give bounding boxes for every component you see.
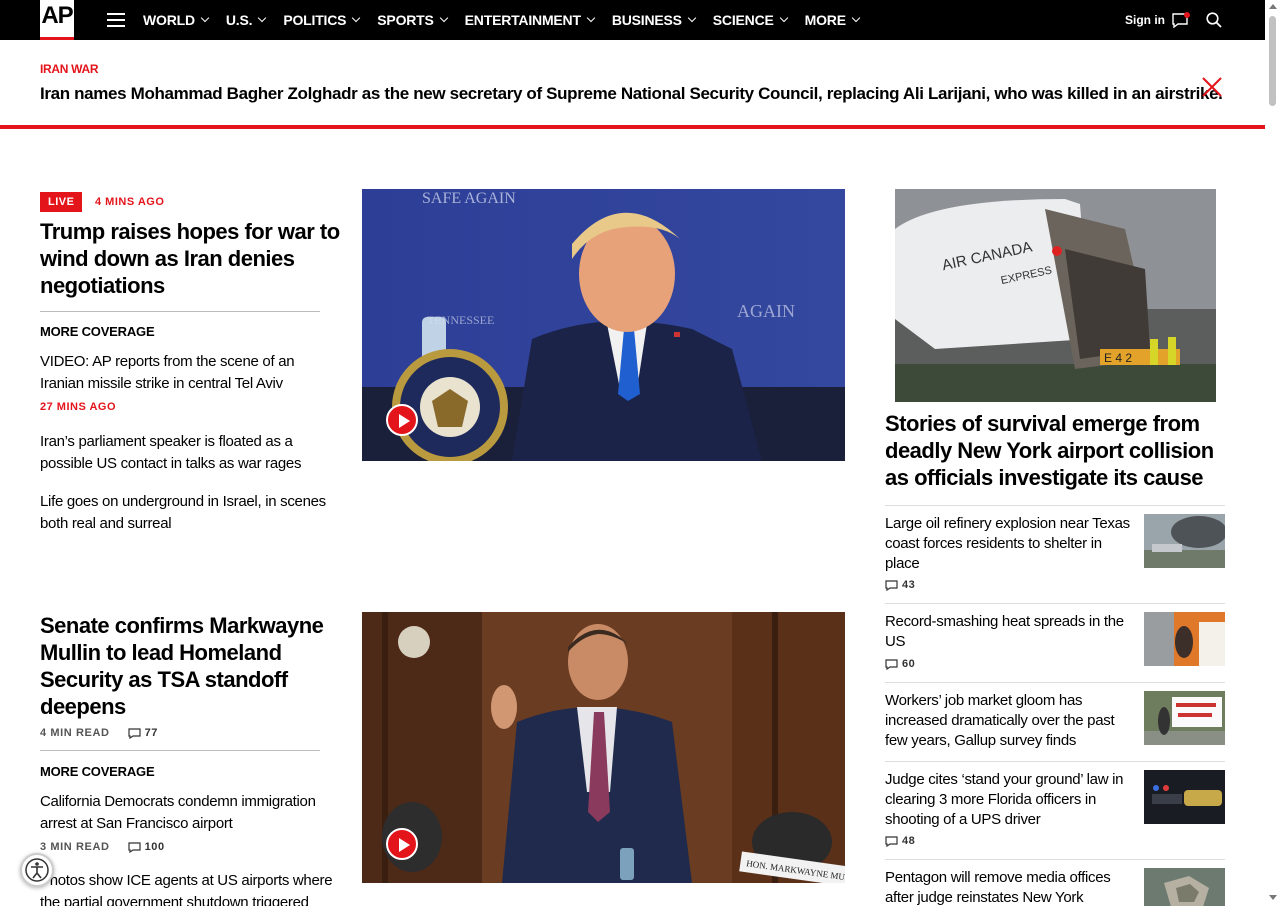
- comment-count[interactable]: 77: [127, 727, 158, 739]
- comment-icon: [885, 835, 898, 847]
- heat-thumbnail[interactable]: [1144, 612, 1225, 666]
- accessibility-button[interactable]: [20, 853, 54, 887]
- job-market-photo: [1144, 691, 1225, 745]
- nav-item-business[interactable]: BUSINESS: [612, 12, 697, 28]
- nav-item-world[interactable]: WORLD: [143, 12, 210, 28]
- comment-icon: [885, 658, 898, 670]
- list-item[interactable]: Record-smashing heat spreads in the US 6…: [885, 603, 1225, 682]
- search-icon[interactable]: [1206, 12, 1222, 28]
- coverage-link[interactable]: Iran’s parliament speaker is floated as …: [40, 431, 340, 475]
- accessibility-icon: [25, 858, 49, 882]
- more-coverage-label: MORE COVERAGE: [40, 324, 155, 339]
- play-icon[interactable]: [386, 828, 418, 860]
- mullin-video-thumbnail[interactable]: HON. MARKWAYNE MULLIN: [362, 612, 845, 883]
- right-lead-headline[interactable]: Stories of survival emerge from deadly N…: [885, 410, 1215, 491]
- pentagon-photo: [1144, 868, 1225, 906]
- trump-photo: SAFE AGAIN AGAIN TENNESSEE: [362, 189, 845, 461]
- svg-text:E 4 2: E 4 2: [1104, 351, 1132, 365]
- plane-crash-photo[interactable]: AIR CANADA EXPRESS E 4 2: [895, 189, 1216, 402]
- breaking-news-banner[interactable]: IRAN WAR Iran names Mohammad Bagher Zolg…: [0, 40, 1265, 129]
- close-icon[interactable]: [1201, 76, 1223, 98]
- coverage-link[interactable]: VIDEO: AP reports from the scene of an I…: [40, 351, 340, 395]
- comment-count[interactable]: 60: [885, 658, 915, 670]
- comment-count[interactable]: 100: [127, 841, 165, 853]
- nav-item-entertainment[interactable]: ENTERTAINMENT: [465, 12, 596, 28]
- nav-item-politics[interactable]: POLITICS: [283, 12, 361, 28]
- top-nav: AP WORLD U.S. POLITICS SPORTS ENTERTAINM…: [0, 0, 1265, 40]
- florida-shooting-thumbnail[interactable]: [1144, 770, 1225, 824]
- nav-item-science[interactable]: SCIENCE: [713, 12, 788, 28]
- list-item-title[interactable]: Judge cites ‘stand your ground’ law in c…: [885, 770, 1135, 830]
- ap-logo[interactable]: AP: [40, 0, 74, 40]
- comment-count[interactable]: 43: [885, 579, 915, 591]
- scroll-down-arrow-icon[interactable]: [1269, 895, 1277, 900]
- chevron-down-icon: [687, 13, 697, 23]
- timestamp: 4 MINS AGO: [95, 196, 165, 208]
- svg-text:AGAIN: AGAIN: [737, 301, 795, 321]
- list-item[interactable]: Large oil refinery explosion near Texas …: [885, 505, 1225, 603]
- chevron-down-icon: [200, 13, 210, 23]
- story2-headline[interactable]: Senate confirms Markwayne Mullin to lead…: [40, 612, 340, 720]
- coverage-link[interactable]: Photos show ICE agents at US airports wh…: [40, 870, 340, 906]
- nav-menu: WORLD U.S. POLITICS SPORTS ENTERTAINMENT…: [143, 0, 877, 40]
- comment-count[interactable]: 48: [885, 835, 915, 847]
- chat-icon[interactable]: [1172, 12, 1190, 28]
- nav-item-sports[interactable]: SPORTS: [377, 12, 448, 28]
- coverage-link[interactable]: California Democrats condemn immigration…: [40, 791, 340, 835]
- list-item-title[interactable]: Large oil refinery explosion near Texas …: [885, 514, 1135, 574]
- read-time: 3 MIN READ: [40, 841, 110, 853]
- chevron-down-icon: [851, 13, 861, 23]
- comment-icon: [127, 841, 141, 853]
- nav-item-more[interactable]: MORE: [805, 12, 861, 28]
- story1-headline[interactable]: Trump raises hopes for war to wind down …: [40, 218, 340, 299]
- comment-icon: [885, 579, 898, 591]
- svg-text:SAFE AGAIN: SAFE AGAIN: [422, 190, 516, 207]
- coverage-link[interactable]: Life goes on underground in Israel, in s…: [40, 491, 340, 535]
- chevron-down-icon: [586, 13, 596, 23]
- chevron-down-icon: [439, 13, 448, 23]
- scroll-up-arrow-icon[interactable]: [1269, 4, 1277, 9]
- list-item-title[interactable]: Pentagon will remove media offices after…: [885, 868, 1135, 906]
- chevron-down-icon: [258, 13, 267, 23]
- more-coverage-label: MORE COVERAGE: [40, 764, 155, 779]
- banner-kicker[interactable]: IRAN WAR: [40, 62, 99, 76]
- banner-headline[interactable]: Iran names Mohammad Bagher Zolghadr as t…: [40, 84, 1223, 104]
- comment-icon: [127, 727, 141, 739]
- menu-icon[interactable]: [107, 13, 125, 27]
- pentagon-thumbnail[interactable]: [1144, 868, 1225, 906]
- list-item[interactable]: Pentagon will remove media offices after…: [885, 859, 1225, 906]
- mullin-photo: HON. MARKWAYNE MULLIN: [362, 612, 845, 883]
- chevron-down-icon: [352, 13, 361, 23]
- nav-item-us[interactable]: U.S.: [226, 12, 267, 28]
- list-item[interactable]: Workers’ job market gloom has increased …: [885, 682, 1225, 761]
- sign-in-link[interactable]: Sign in: [1125, 13, 1165, 27]
- list-item-title[interactable]: Record-smashing heat spreads in the US: [885, 612, 1135, 652]
- play-icon[interactable]: [386, 404, 418, 436]
- divider: [40, 311, 320, 312]
- live-badge: LIVE: [40, 192, 83, 212]
- scrollbar[interactable]: [1265, 0, 1280, 906]
- refinery-thumbnail[interactable]: [1144, 514, 1225, 568]
- story2-meta: 4 MIN READ 77: [40, 727, 158, 739]
- divider: [40, 750, 320, 751]
- chevron-down-icon: [779, 13, 788, 23]
- list-item-title[interactable]: Workers’ job market gloom has increased …: [885, 691, 1135, 751]
- scroll-thumb[interactable]: [1269, 16, 1276, 106]
- air-canada-photo: AIR CANADA EXPRESS E 4 2: [895, 189, 1216, 402]
- heat-photo: [1144, 612, 1225, 666]
- timestamp: 27 MINS AGO: [40, 401, 116, 413]
- link-meta: 3 MIN READ 100: [40, 841, 165, 853]
- trump-video-thumbnail[interactable]: SAFE AGAIN AGAIN TENNESSEE: [362, 189, 845, 461]
- list-item[interactable]: Judge cites ‘stand your ground’ law in c…: [885, 761, 1225, 859]
- read-time: 4 MIN READ: [40, 727, 110, 739]
- job-market-thumbnail[interactable]: [1144, 691, 1225, 745]
- refinery-photo: [1144, 514, 1225, 568]
- florida-photo: [1144, 770, 1225, 824]
